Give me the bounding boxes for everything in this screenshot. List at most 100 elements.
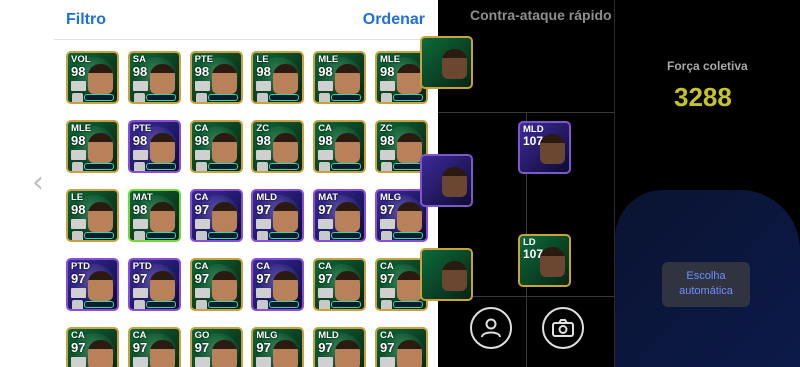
card-rating: 98 — [194, 64, 210, 79]
player-portrait — [335, 202, 361, 232]
card-rating: 98 — [132, 133, 148, 148]
formation-slot-partial[interactable] — [420, 36, 473, 89]
player-portrait — [335, 340, 361, 367]
player-card[interactable]: PTD 97 — [127, 258, 181, 311]
nation-flag-icon — [132, 357, 148, 367]
card-rating: 97 — [71, 271, 86, 286]
player-portrait — [149, 340, 175, 367]
card-level-bar — [145, 163, 176, 170]
nation-flag-icon — [132, 150, 148, 160]
player-card[interactable]: LE 98 — [251, 51, 305, 104]
player-selection-panel: Filtro Ordenar VOL 98 SA 98 PTE 98 LE 98 MLE 98 ML… — [54, 0, 438, 367]
player-portrait — [273, 340, 299, 367]
club-badge-icon — [133, 231, 145, 240]
formation-slot-partial[interactable] — [420, 248, 473, 301]
player-portrait — [273, 64, 299, 94]
formation-slot-partial[interactable] — [420, 154, 473, 207]
player-card[interactable]: MLD 97 — [313, 327, 367, 367]
card-level-bar — [392, 301, 423, 308]
camera-button[interactable] — [542, 307, 584, 349]
player-portrait — [396, 340, 422, 367]
header-divider — [54, 39, 438, 40]
player-card[interactable]: LE 98 — [66, 189, 119, 242]
nation-flag-icon — [132, 219, 148, 229]
card-level-bar — [207, 232, 238, 239]
auto-select-label-line2: automática — [679, 285, 733, 297]
player-card[interactable]: CA 97 — [374, 327, 428, 367]
club-badge-icon — [319, 300, 331, 309]
player-card[interactable]: SA 98 — [127, 51, 181, 104]
nation-flag-icon — [256, 219, 272, 229]
player-card[interactable]: VOL 98 — [66, 51, 119, 104]
player-card[interactable]: ZC 98 — [251, 120, 305, 173]
player-portrait — [335, 133, 361, 163]
player-portrait — [149, 271, 175, 301]
player-card[interactable]: CA 97 — [313, 258, 367, 311]
player-view-button[interactable] — [470, 307, 512, 349]
player-portrait — [211, 271, 237, 301]
club-badge-icon — [72, 93, 83, 102]
player-portrait — [88, 340, 113, 367]
club-badge-icon — [72, 231, 83, 240]
card-rating: 98 — [379, 133, 395, 148]
card-rating: 97 — [194, 340, 210, 355]
nation-flag-icon — [256, 150, 272, 160]
panel-header: Filtro Ordenar — [54, 0, 438, 40]
card-level-bar — [145, 301, 176, 308]
card-rating: 97 — [71, 340, 86, 355]
auto-select-button[interactable]: Escolha automática — [662, 262, 750, 307]
player-portrait — [211, 133, 237, 163]
card-rating: 98 — [71, 202, 86, 217]
formation-slot-mld[interactable]: MLD 107 — [518, 121, 571, 174]
club-badge-icon — [257, 231, 269, 240]
club-badge-icon — [133, 162, 145, 171]
player-portrait — [273, 271, 299, 301]
club-badge-icon — [257, 162, 269, 171]
club-badge-icon — [319, 93, 331, 102]
player-portrait — [273, 202, 299, 232]
formation-slot-ld[interactable]: LD 107 — [518, 234, 571, 287]
card-level-bar — [392, 94, 423, 101]
card-rating: 98 — [318, 133, 333, 148]
nation-flag-icon — [379, 81, 395, 91]
card-rating: 97 — [318, 271, 333, 286]
card-level-bar — [207, 301, 238, 308]
player-card[interactable]: MLE 98 — [66, 120, 119, 173]
nation-flag-icon — [379, 150, 395, 160]
filter-button[interactable]: Filtro — [66, 11, 106, 29]
player-card[interactable]: MLE 98 — [313, 51, 367, 104]
player-card[interactable]: CA 97 — [66, 327, 119, 367]
player-card[interactable]: CA 97 — [189, 258, 243, 311]
player-card[interactable]: PTE 98 — [189, 51, 243, 104]
card-level-bar — [269, 301, 300, 308]
player-portrait — [273, 133, 299, 163]
club-badge-icon — [257, 300, 269, 309]
card-rating: 98 — [71, 64, 86, 79]
player-card[interactable]: PTD 97 — [66, 258, 119, 311]
player-card[interactable]: CA 97 — [127, 327, 181, 367]
nation-flag-icon — [194, 219, 210, 229]
player-portrait — [88, 202, 113, 232]
player-card[interactable]: PTE 98 — [127, 120, 181, 173]
player-card[interactable]: MAT 98 — [127, 189, 181, 242]
player-card[interactable]: MLG 97 — [251, 327, 305, 367]
person-icon — [481, 318, 501, 338]
card-level-bar — [207, 94, 238, 101]
chevron-left-icon[interactable]: ‹ — [32, 168, 44, 198]
player-card[interactable]: MAT 97 — [313, 189, 367, 242]
card-rating: 97 — [379, 340, 395, 355]
card-rating: 97 — [379, 271, 395, 286]
club-badge-icon — [195, 162, 207, 171]
player-card[interactable]: CA 98 — [189, 120, 243, 173]
player-card[interactable]: GO 97 — [189, 327, 243, 367]
formation-title: Contra-ataque rápido — [470, 7, 612, 23]
player-card[interactable]: CA 97 — [251, 258, 305, 311]
card-rating: 98 — [256, 133, 271, 148]
card-rating: 98 — [318, 64, 333, 79]
sort-button[interactable]: Ordenar — [363, 11, 425, 29]
player-card[interactable]: CA 97 — [189, 189, 243, 242]
card-level-bar — [331, 232, 362, 239]
card-level-bar — [331, 301, 362, 308]
player-card[interactable]: MLD 97 — [251, 189, 305, 242]
player-card[interactable]: CA 98 — [313, 120, 367, 173]
